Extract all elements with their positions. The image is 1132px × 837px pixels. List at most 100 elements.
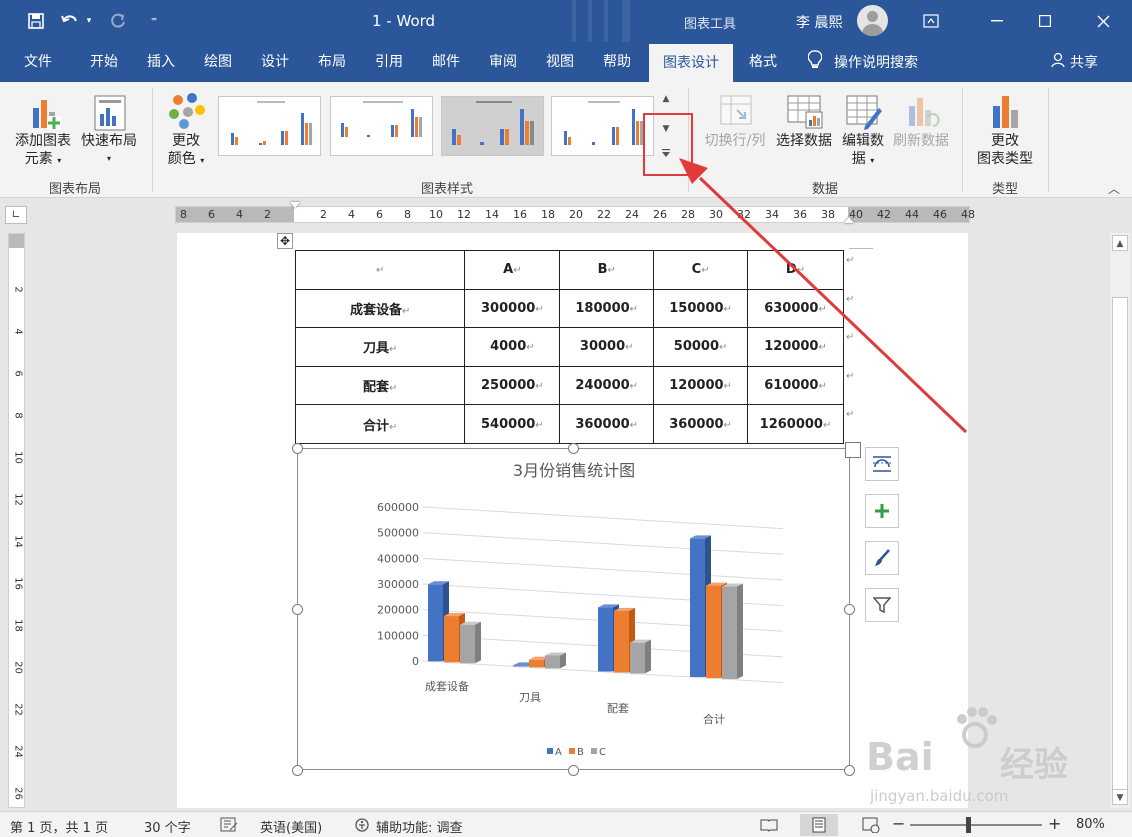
table-cell[interactable]: 300000↵ — [464, 288, 561, 329]
change-chart-type-button[interactable]: 更改 图表类型 — [970, 90, 1040, 168]
table-cell[interactable]: 合计↵ — [294, 404, 466, 444]
avatar[interactable] — [857, 5, 888, 36]
chart-styles-button[interactable] — [865, 541, 899, 575]
undo-dropdown-icon[interactable]: ▾ — [82, 9, 96, 33]
indent-marker[interactable] — [290, 202, 300, 208]
table-cell[interactable]: 540000↵ — [464, 404, 561, 444]
scroll-down-icon[interactable]: ▼ — [1112, 789, 1128, 805]
zoom-out-icon[interactable]: − — [892, 814, 905, 833]
resize-handle-tr[interactable] — [845, 442, 861, 458]
ribbon-display-options-icon[interactable] — [908, 0, 954, 42]
resize-handle-tl[interactable] — [292, 443, 303, 454]
table-cell[interactable]: 360000↵ — [559, 404, 655, 444]
table-cell[interactable]: B↵ — [559, 250, 655, 290]
table-cell[interactable]: 4000↵ — [464, 327, 561, 367]
horizontal-ruler[interactable]: 8 6 4 2 2 4 6 8 10 12 14 16 18 20 22 24 26 28 30 32 34 36 38 40… — [175, 202, 975, 223]
vertical-scrollbar[interactable]: ▲ ▼ — [1110, 233, 1130, 808]
tab-home[interactable]: 开始 — [80, 42, 128, 82]
chart-style-3[interactable] — [441, 96, 544, 156]
read-mode-icon[interactable] — [760, 817, 778, 837]
scroll-thumb[interactable] — [1112, 297, 1128, 797]
print-layout-icon[interactable] — [800, 814, 838, 836]
scroll-up-icon[interactable]: ▲ — [1112, 235, 1128, 251]
table-cell[interactable]: 240000↵ — [559, 365, 655, 406]
web-layout-icon[interactable] — [862, 817, 880, 837]
undo-icon[interactable] — [58, 9, 82, 33]
right-indent-marker[interactable] — [844, 217, 854, 223]
table-cell[interactable]: 180000↵ — [559, 288, 655, 329]
language[interactable]: 英语(美国) — [260, 817, 322, 836]
table-cell[interactable]: 配套↵ — [294, 365, 466, 406]
zoom-in-icon[interactable]: + — [1048, 814, 1061, 833]
table-cell[interactable]: 150000↵ — [653, 288, 749, 329]
tab-references[interactable]: 引用 — [365, 42, 413, 82]
table-cell[interactable]: 360000↵ — [653, 404, 749, 444]
chart-style-1[interactable] — [218, 96, 321, 156]
vertical-ruler[interactable]: 2 4 6 8 10 12 14 16 18 20 22 24 26 — [8, 233, 25, 808]
tab-design[interactable]: 设计 — [251, 42, 299, 82]
table-move-handle-icon[interactable]: ✥ — [277, 233, 293, 249]
zoom-slider-thumb[interactable] — [966, 817, 971, 833]
tab-review[interactable]: 审阅 — [479, 42, 527, 82]
chart-style-4[interactable] — [551, 96, 654, 156]
table-cell[interactable]: C↵ — [653, 250, 749, 290]
table-cell[interactable]: 120000↵ — [747, 327, 844, 367]
add-chart-element-button[interactable]: 添加图表 元素 ▾ — [10, 90, 76, 170]
table-cell[interactable]: 30000↵ — [559, 327, 655, 367]
table-cell[interactable]: 120000↵ — [653, 365, 749, 406]
resize-handle-r[interactable] — [844, 604, 855, 615]
resize-handle-l[interactable] — [292, 604, 303, 615]
refresh-data-button[interactable]: 刷新数据 — [889, 90, 953, 150]
quick-layout-button[interactable]: 快速布局 ▾ — [78, 90, 140, 168]
table-cell[interactable]: 刀具↵ — [294, 327, 466, 367]
zoom-level[interactable]: 80% — [1076, 817, 1105, 832]
accessibility-icon[interactable] — [354, 817, 372, 837]
page-count[interactable]: 第 1 页，共 1 页 — [10, 817, 108, 836]
change-colors-button[interactable]: 更改 颜色 ▾ — [162, 90, 210, 170]
resize-handle-t[interactable] — [568, 443, 579, 454]
word-count[interactable]: 30 个字 — [144, 817, 191, 836]
accessibility-status[interactable]: 辅助功能: 调查 — [376, 817, 463, 836]
chart-style-2[interactable] — [330, 96, 433, 156]
tab-format[interactable]: 格式 — [738, 42, 788, 82]
gallery-scroll-up-icon[interactable]: ▲ — [657, 90, 675, 108]
tab-layout[interactable]: 布局 — [308, 42, 356, 82]
tab-help[interactable]: 帮助 — [593, 42, 641, 82]
user-name[interactable]: 李 晨熙 — [796, 12, 842, 32]
close-icon[interactable] — [1080, 0, 1126, 42]
table-cell[interactable]: A↵ — [464, 250, 561, 290]
switch-row-column-button[interactable]: 切换行/列 — [700, 90, 770, 150]
share-button[interactable]: 共享 — [1050, 42, 1098, 82]
table-cell[interactable]: 610000↵ — [747, 365, 844, 406]
tab-chart-design[interactable]: 图表设计 — [649, 44, 733, 82]
zoom-slider[interactable] — [910, 824, 1042, 826]
select-data-button[interactable]: 选择数据 — [772, 90, 836, 150]
tab-view[interactable]: 视图 — [536, 42, 584, 82]
customize-toolbar-icon[interactable]: ⁼ — [142, 9, 166, 33]
maximize-icon[interactable] — [1022, 0, 1068, 42]
save-icon[interactable] — [24, 9, 48, 33]
chart-object[interactable]: 3月份销售统计图 0 100000 200000 300000 400000 500000 6… — [297, 448, 850, 770]
proofing-icon[interactable] — [220, 817, 238, 837]
table-cell[interactable]: 630000↵ — [747, 288, 844, 329]
edit-data-button[interactable]: 编辑数 据 ▾ — [838, 90, 888, 170]
resize-handle-br[interactable] — [844, 765, 855, 776]
tab-file[interactable]: 文件 — [14, 42, 62, 82]
chart-elements-button[interactable] — [865, 494, 899, 528]
table-cell[interactable]: 250000↵ — [464, 365, 561, 406]
resize-handle-bl[interactable] — [292, 765, 303, 776]
chart-filters-button[interactable] — [865, 588, 899, 622]
tab-insert[interactable]: 插入 — [137, 42, 185, 82]
data-table[interactable]: ↵ A↵ B↵ C↵ D↵ 成套设备↵ 300000↵ 180000↵ 150000↵ 63000… — [294, 250, 844, 444]
table-cell[interactable]: 50000↵ — [653, 327, 749, 367]
table-cell[interactable]: 成套设备↵ — [294, 288, 466, 329]
resize-handle-b[interactable] — [568, 765, 579, 776]
table-cell[interactable]: 1260000↵ — [747, 404, 844, 444]
collapse-ribbon-icon[interactable]: ︿ — [1108, 180, 1120, 197]
tell-me-search[interactable]: 操作说明搜索 — [807, 42, 918, 82]
tab-mailings[interactable]: 邮件 — [422, 42, 470, 82]
layout-options-button[interactable] — [865, 447, 899, 481]
tab-draw[interactable]: 绘图 — [194, 42, 242, 82]
table-cell[interactable]: D↵ — [747, 250, 844, 290]
minimize-icon[interactable] — [974, 0, 1020, 42]
